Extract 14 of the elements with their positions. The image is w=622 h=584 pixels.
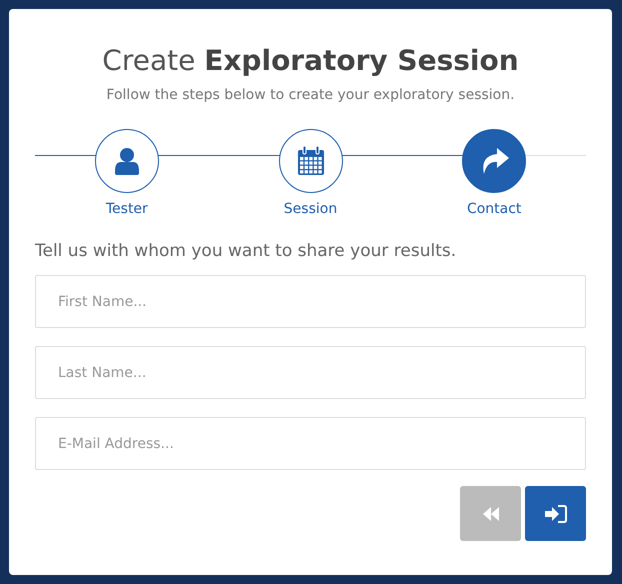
submit-button[interactable] <box>525 486 586 541</box>
calendar-icon <box>296 146 324 176</box>
dialog-title: Create Exploratory Session <box>101 43 520 79</box>
input-field[interactable]: Last Name... <box>35 346 586 399</box>
step-label: Contact <box>466 201 522 217</box>
form-prompt: Tell us with whom you want to share your results. <box>35 241 458 261</box>
rewind-icon <box>482 506 498 520</box>
step-label: Tester <box>106 201 148 217</box>
person-icon <box>114 147 140 175</box>
dialog-subtitle: Follow the steps below to create your exploratory session. <box>105 87 516 103</box>
input-field[interactable]: First Name... <box>35 275 586 328</box>
step-label: Session <box>284 201 338 217</box>
input-field[interactable]: E-Mail Address... <box>35 417 586 470</box>
sign-in-icon <box>544 504 566 522</box>
